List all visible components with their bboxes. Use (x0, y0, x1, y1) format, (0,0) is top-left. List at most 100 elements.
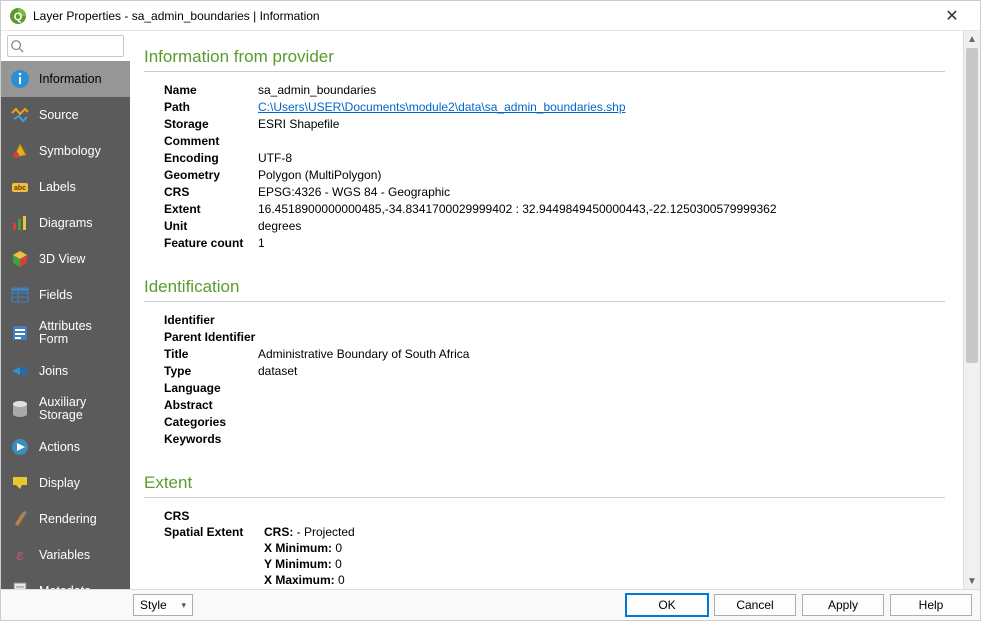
ident-type-value: dataset (258, 363, 945, 379)
extent-spatial-key: Spatial Extent (164, 524, 264, 540)
provider-storage-key: Storage (164, 116, 258, 132)
ident-keywords-key: Keywords (164, 431, 258, 447)
display-icon (9, 472, 31, 494)
provider-geometry-key: Geometry (164, 167, 258, 183)
nav-diagrams[interactable]: Diagrams (1, 205, 130, 241)
provider-fcount-key: Feature count (164, 235, 258, 251)
chevron-down-icon: ▾ (181, 600, 186, 611)
provider-unit-key: Unit (164, 218, 258, 234)
sidebar-search-input[interactable] (7, 35, 124, 57)
nav-rendering[interactable]: Rendering (1, 501, 130, 537)
nav-source[interactable]: Source (1, 97, 130, 133)
nav-label: Display (39, 477, 80, 490)
ident-identifier-value (258, 312, 945, 328)
nav-label: Information (39, 73, 102, 86)
provider-storage-value: ESRI Shapefile (258, 116, 945, 132)
scroll-track[interactable] (964, 48, 980, 573)
provider-path-link[interactable]: C:\Users\USER\Documents\module2\data\sa_… (258, 100, 626, 114)
nav-label: Attributes Form (39, 320, 122, 346)
extent-crs-value (264, 508, 945, 524)
nav-label: Fields (39, 289, 72, 302)
nav-attributes-form[interactable]: Attributes Form (1, 313, 130, 353)
nav-label: Variables (39, 549, 90, 562)
window-title: Layer Properties - sa_admin_boundaries |… (33, 9, 932, 23)
ident-title-value: Administrative Boundary of South Africa (258, 346, 945, 362)
provider-unit-value: degrees (258, 218, 945, 234)
ident-identifier-key: Identifier (164, 312, 258, 328)
rendering-icon (9, 508, 31, 530)
ident-parent-value (274, 329, 945, 345)
content-pane: Information from provider Namesa_admin_b… (130, 31, 963, 590)
nav-label: Joins (39, 365, 68, 378)
actions-icon (9, 436, 31, 458)
nav-information[interactable]: Information (1, 61, 130, 97)
ident-categories-value (258, 414, 945, 430)
extent-xmax: X Maximum: 0 (264, 572, 945, 588)
titlebar: Q Layer Properties - sa_admin_boundaries… (1, 1, 980, 31)
ident-parent-key: Parent Identifier (164, 329, 274, 345)
ident-title-key: Title (164, 346, 258, 362)
section-identification-heading: Identification (144, 277, 945, 297)
nav-label: Symbology (39, 145, 101, 158)
provider-extent-value: 16.4518900000000485,-34.8341700029999402… (258, 201, 945, 217)
nav-metadata[interactable]: Metadata (1, 573, 130, 590)
svg-text:abc: abc (14, 185, 26, 192)
nav-3dview[interactable]: 3D View (1, 241, 130, 277)
variables-icon: ε (9, 544, 31, 566)
style-menu-button[interactable]: Style ▾ (133, 594, 193, 616)
provider-comment-key: Comment (164, 133, 258, 149)
apply-button[interactable]: Apply (802, 594, 884, 616)
provider-name-key: Name (164, 82, 258, 98)
storage-icon (9, 398, 31, 420)
nav-label: Source (39, 109, 79, 122)
nav-label: Labels (39, 181, 76, 194)
scroll-thumb[interactable] (966, 48, 978, 363)
divider (144, 71, 945, 72)
nav-fields[interactable]: Fields (1, 277, 130, 313)
ident-abstract-value (258, 397, 945, 413)
help-button[interactable]: Help (890, 594, 972, 616)
nav-variables[interactable]: ε Variables (1, 537, 130, 573)
provider-encoding-value: UTF-8 (258, 150, 945, 166)
provider-crs-key: CRS (164, 184, 258, 200)
provider-geometry-value: Polygon (MultiPolygon) (258, 167, 945, 183)
close-button[interactable]: ✕ (932, 6, 972, 26)
nav-label: 3D View (39, 253, 85, 266)
ident-language-key: Language (164, 380, 258, 396)
nav-labels[interactable]: abc Labels (1, 169, 130, 205)
svg-text:ε: ε (16, 547, 24, 564)
nav-symbology[interactable]: Symbology (1, 133, 130, 169)
svg-text:Q: Q (14, 11, 23, 23)
nav-display[interactable]: Display (1, 465, 130, 501)
ident-keywords-value (258, 431, 945, 447)
source-icon (9, 104, 31, 126)
cancel-button[interactable]: Cancel (714, 594, 796, 616)
nav-label: Diagrams (39, 217, 93, 230)
ok-button[interactable]: OK (626, 594, 708, 616)
fields-icon (9, 284, 31, 306)
sidebar-nav: Information Source Symbology abc Labels … (1, 61, 130, 590)
nav-joins[interactable]: Joins (1, 353, 130, 389)
nav-label: Actions (39, 441, 80, 454)
vertical-scrollbar[interactable]: ▲ ▼ (963, 31, 980, 590)
scroll-up-icon[interactable]: ▲ (964, 31, 980, 48)
provider-name-value: sa_admin_boundaries (258, 82, 945, 98)
section-extent-heading: Extent (144, 473, 945, 493)
nav-label: Rendering (39, 513, 97, 526)
dialog-footer: Style ▾ OK Cancel Apply Help (1, 589, 980, 620)
divider (144, 301, 945, 302)
labels-icon: abc (9, 176, 31, 198)
nav-actions[interactable]: Actions (1, 429, 130, 465)
extent-ymin: Y Minimum: 0 (264, 556, 945, 572)
nav-auxiliary-storage[interactable]: Auxiliary Storage (1, 389, 130, 429)
extent-crs-key: CRS (164, 508, 264, 524)
scroll-down-icon[interactable]: ▼ (964, 573, 980, 590)
ident-type-key: Type (164, 363, 258, 379)
ident-categories-key: Categories (164, 414, 258, 430)
provider-comment-value (258, 133, 945, 149)
provider-encoding-key: Encoding (164, 150, 258, 166)
sidebar-search-wrap (1, 31, 130, 61)
provider-extent-key: Extent (164, 201, 258, 217)
ident-language-value (258, 380, 945, 396)
provider-fcount-value: 1 (258, 235, 945, 251)
